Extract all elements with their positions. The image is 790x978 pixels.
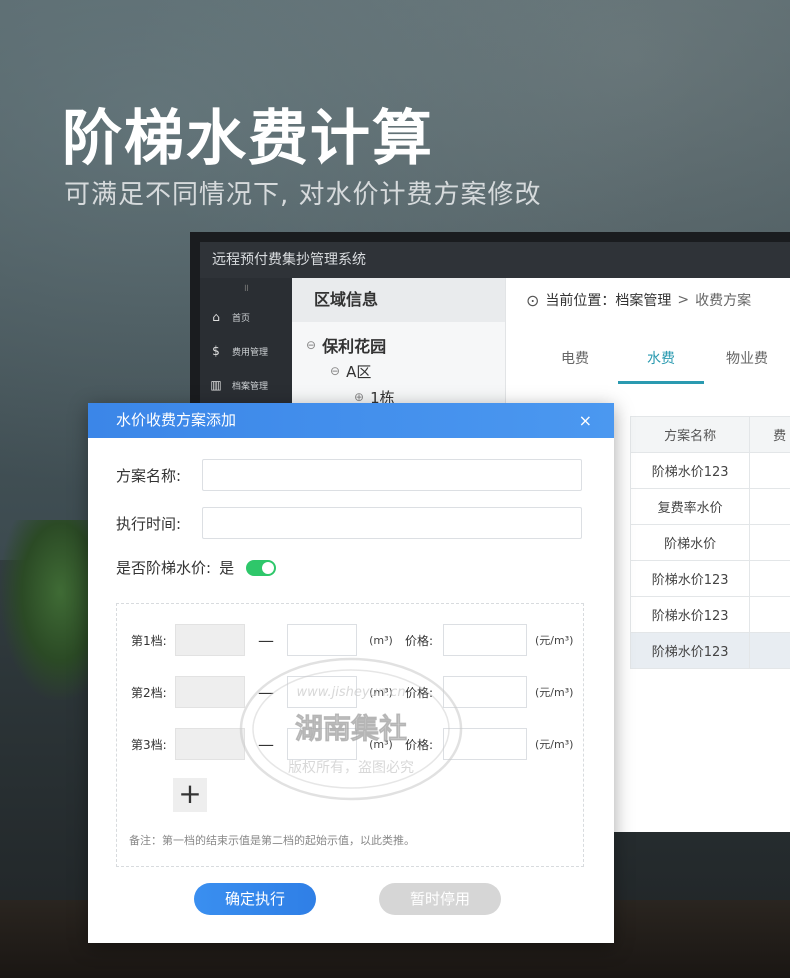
volume-unit: (m³) <box>369 737 393 751</box>
tab-property[interactable]: 物业费 <box>704 344 790 384</box>
price-unit: (元/m³) <box>535 634 574 647</box>
tier-label: 第2档: <box>131 685 167 700</box>
table-row[interactable]: 阶梯水价123 <box>629 452 790 489</box>
dollar-icon: $ <box>212 344 220 358</box>
hero-subtitle: 可满足不同情况下, 对水价计费方案修改 <box>64 180 542 210</box>
tab-water[interactable]: 水费 <box>618 344 704 384</box>
volume-unit: (m³) <box>369 633 393 647</box>
table-row[interactable]: 复费率水价 <box>629 488 790 525</box>
add-tier-button[interactable]: + <box>173 778 207 812</box>
tree-node-area[interactable]: ⊖ A区 <box>306 358 505 384</box>
tier-row-1: 第1档: — (m³) 价格: (元/m³) <box>131 624 573 656</box>
tier-start-field <box>175 676 245 708</box>
column-header-plan-name: 方案名称 <box>629 416 751 453</box>
tier-start-field <box>175 624 245 656</box>
sidebar-item-home[interactable]: ⌂ 首页 <box>200 300 292 334</box>
price-input[interactable] <box>443 676 527 708</box>
exec-time-label: 执行时间: <box>116 514 182 533</box>
archive-icon: ▥ <box>210 378 222 392</box>
price-label: 价格: <box>405 685 434 700</box>
price-label: 价格: <box>405 737 434 752</box>
tiered-pricing-label: 是否阶梯水价: <box>116 559 212 577</box>
plan-name-row: 方案名称: <box>116 459 582 491</box>
price-unit: (元/m³) <box>535 686 574 699</box>
breadcrumb-current: 收费方案 <box>695 293 752 309</box>
tier-label: 第1档: <box>131 633 167 648</box>
table-row[interactable]: 阶梯水价123 <box>629 632 790 669</box>
sidebar-item-archives[interactable]: ▥ 档案管理 <box>200 368 292 402</box>
tier-end-input[interactable] <box>287 624 357 656</box>
breadcrumb-separator: > <box>677 292 690 308</box>
tier-end-input[interactable] <box>287 728 357 760</box>
hero-title: 阶梯水费计算 <box>62 104 434 174</box>
dialog-header: 水价收费方案添加 × <box>88 403 614 438</box>
dialog-title: 水价收费方案添加 <box>116 411 237 429</box>
breadcrumb-prefix: 当前位置：档案管理 <box>545 293 672 309</box>
tier-label: 第3档: <box>131 737 167 752</box>
confirm-button[interactable]: 确定执行 <box>194 883 316 915</box>
sidebar-item-label: 首页 <box>232 313 251 324</box>
exec-time-row: 执行时间: <box>116 507 582 539</box>
table-header-row: 方案名称 费 <box>629 416 790 453</box>
tiered-pricing-row: 是否阶梯水价: 是 <box>116 557 277 578</box>
volume-unit: (m³) <box>369 685 393 699</box>
collapse-icon[interactable]: ⊖ <box>330 364 340 378</box>
table-row[interactable]: 阶梯水价 <box>629 524 790 561</box>
add-water-plan-dialog: 水价收费方案添加 × 方案名称: 执行时间: 是否阶梯水价: 是 第1档: — … <box>88 403 614 943</box>
plan-name-label: 方案名称: <box>116 466 182 485</box>
tree-node-root[interactable]: ⊖ 保利花园 <box>306 332 505 358</box>
area-tree: ⊖ 保利花园 ⊖ A区 ⊕ 1栋 <box>292 322 505 410</box>
tiered-pricing-value: 是 <box>219 559 235 577</box>
exec-time-input[interactable] <box>202 507 582 539</box>
close-icon[interactable]: × <box>579 403 592 438</box>
tier-end-input[interactable] <box>287 676 357 708</box>
price-unit: (元/m³) <box>535 738 574 751</box>
tier-settings-box: 第1档: — (m³) 价格: (元/m³) 第2档: — (m³) 价格: (… <box>116 603 584 867</box>
table-row[interactable]: 阶梯水价123 <box>629 596 790 633</box>
tier-start-field <box>175 728 245 760</box>
sidebar-item-fees[interactable]: $ 费用管理 <box>200 334 292 368</box>
tiered-pricing-toggle[interactable] <box>246 559 277 576</box>
pause-button[interactable]: 暂时停用 <box>379 883 501 915</box>
tier-note: 备注：第一档的结束示值是第二档的起始示值，以此类推。 <box>129 834 415 847</box>
sidebar-collapse-toggle[interactable]: ॥ <box>200 278 292 300</box>
plan-name-input[interactable] <box>202 459 582 491</box>
system-title-bar: 远程预付费集抄管理系统 <box>200 242 790 278</box>
table-row[interactable]: 阶梯水价123 <box>629 560 790 597</box>
area-panel-header: 区域信息 <box>292 278 505 322</box>
price-label: 价格: <box>405 633 434 648</box>
price-input[interactable] <box>443 624 527 656</box>
range-dash: — <box>258 630 274 650</box>
collapse-icon[interactable]: ⊖ <box>306 338 316 352</box>
column-header-fee: 费 <box>749 416 790 453</box>
plan-table: 方案名称 费 阶梯水价123 复费率水价 阶梯水价 阶梯水价123 阶梯水价12… <box>629 416 790 669</box>
price-input[interactable] <box>443 728 527 760</box>
location-pin-icon: ⊙ <box>526 290 540 310</box>
tier-row-2: 第2档: — (m³) 价格: (元/m³) <box>131 676 573 708</box>
sidebar-item-label: 档案管理 <box>232 381 269 392</box>
range-dash: — <box>258 734 274 754</box>
expand-icon[interactable]: ⊕ <box>354 390 364 404</box>
home-icon: ⌂ <box>212 310 220 324</box>
fee-tabs: 电费 水费 物业费 <box>506 344 790 384</box>
tab-electricity[interactable]: 电费 <box>532 344 618 384</box>
sidebar-item-label: 费用管理 <box>232 347 269 358</box>
breadcrumb: ⊙ 当前位置：档案管理 > 收费方案 <box>506 278 790 322</box>
tier-row-3: 第3档: — (m³) 价格: (元/m³) <box>131 728 573 760</box>
range-dash: — <box>258 682 274 702</box>
